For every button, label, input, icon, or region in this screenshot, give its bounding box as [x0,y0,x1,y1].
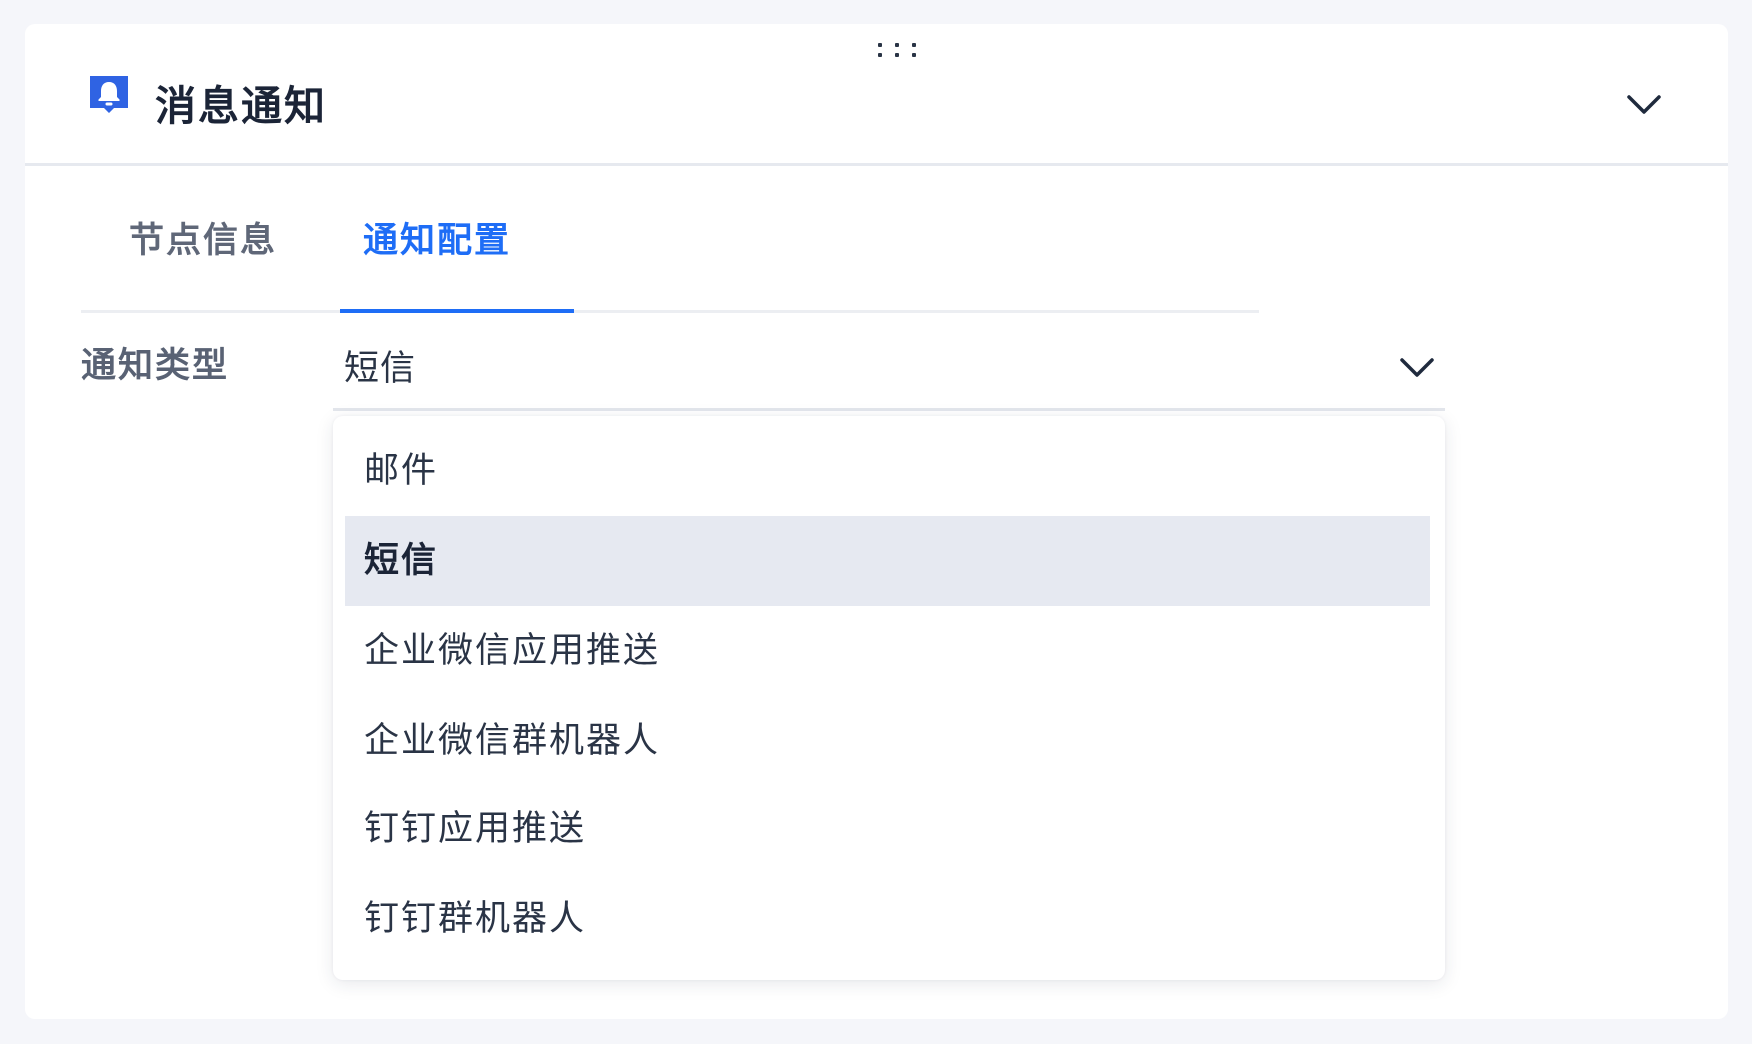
notification-type-dropdown: 邮件 短信 企业微信应用推送 企业微信群机器人 钉钉应用推送 钉钉群机器人 [333,416,1445,980]
notification-panel: 消息通知 节点信息 通知配置 通知类型 短信 邮件 短信 企业微信应用推送 企业… [25,24,1728,1019]
chevron-down-icon [1627,95,1661,114]
option-label: 企业微信群机器人 [364,721,661,761]
notification-type-select[interactable]: 短信 [333,344,1445,411]
active-tab-indicator [340,309,574,313]
option-label: 企业微信应用推送 [364,631,661,671]
tab-notification-config[interactable]: 通知配置 [363,224,511,259]
option-dingtalk-app-push[interactable]: 钉钉应用推送 [345,784,1430,874]
bell-icon [88,74,130,116]
option-wecom-group-bot[interactable]: 企业微信群机器人 [345,696,1430,786]
option-sms[interactable]: 短信 [345,516,1430,606]
panel-header: 消息通知 [25,24,1728,166]
tab-bar: 节点信息 通知配置 [81,166,1259,313]
option-label: 钉钉群机器人 [364,899,587,939]
panel-title: 消息通知 [155,82,327,130]
option-label: 邮件 [364,451,439,491]
tab-node-info[interactable]: 节点信息 [129,224,277,259]
collapse-button[interactable] [1616,80,1672,128]
chevron-down-icon [1400,358,1434,377]
option-wecom-app-push[interactable]: 企业微信应用推送 [345,606,1430,696]
option-email[interactable]: 邮件 [345,426,1430,516]
option-dingtalk-group-bot[interactable]: 钉钉群机器人 [345,874,1430,964]
select-value: 短信 [344,349,417,389]
option-label: 钉钉应用推送 [364,809,587,849]
option-label: 短信 [364,541,439,581]
notification-type-label: 通知类型 [81,346,230,386]
